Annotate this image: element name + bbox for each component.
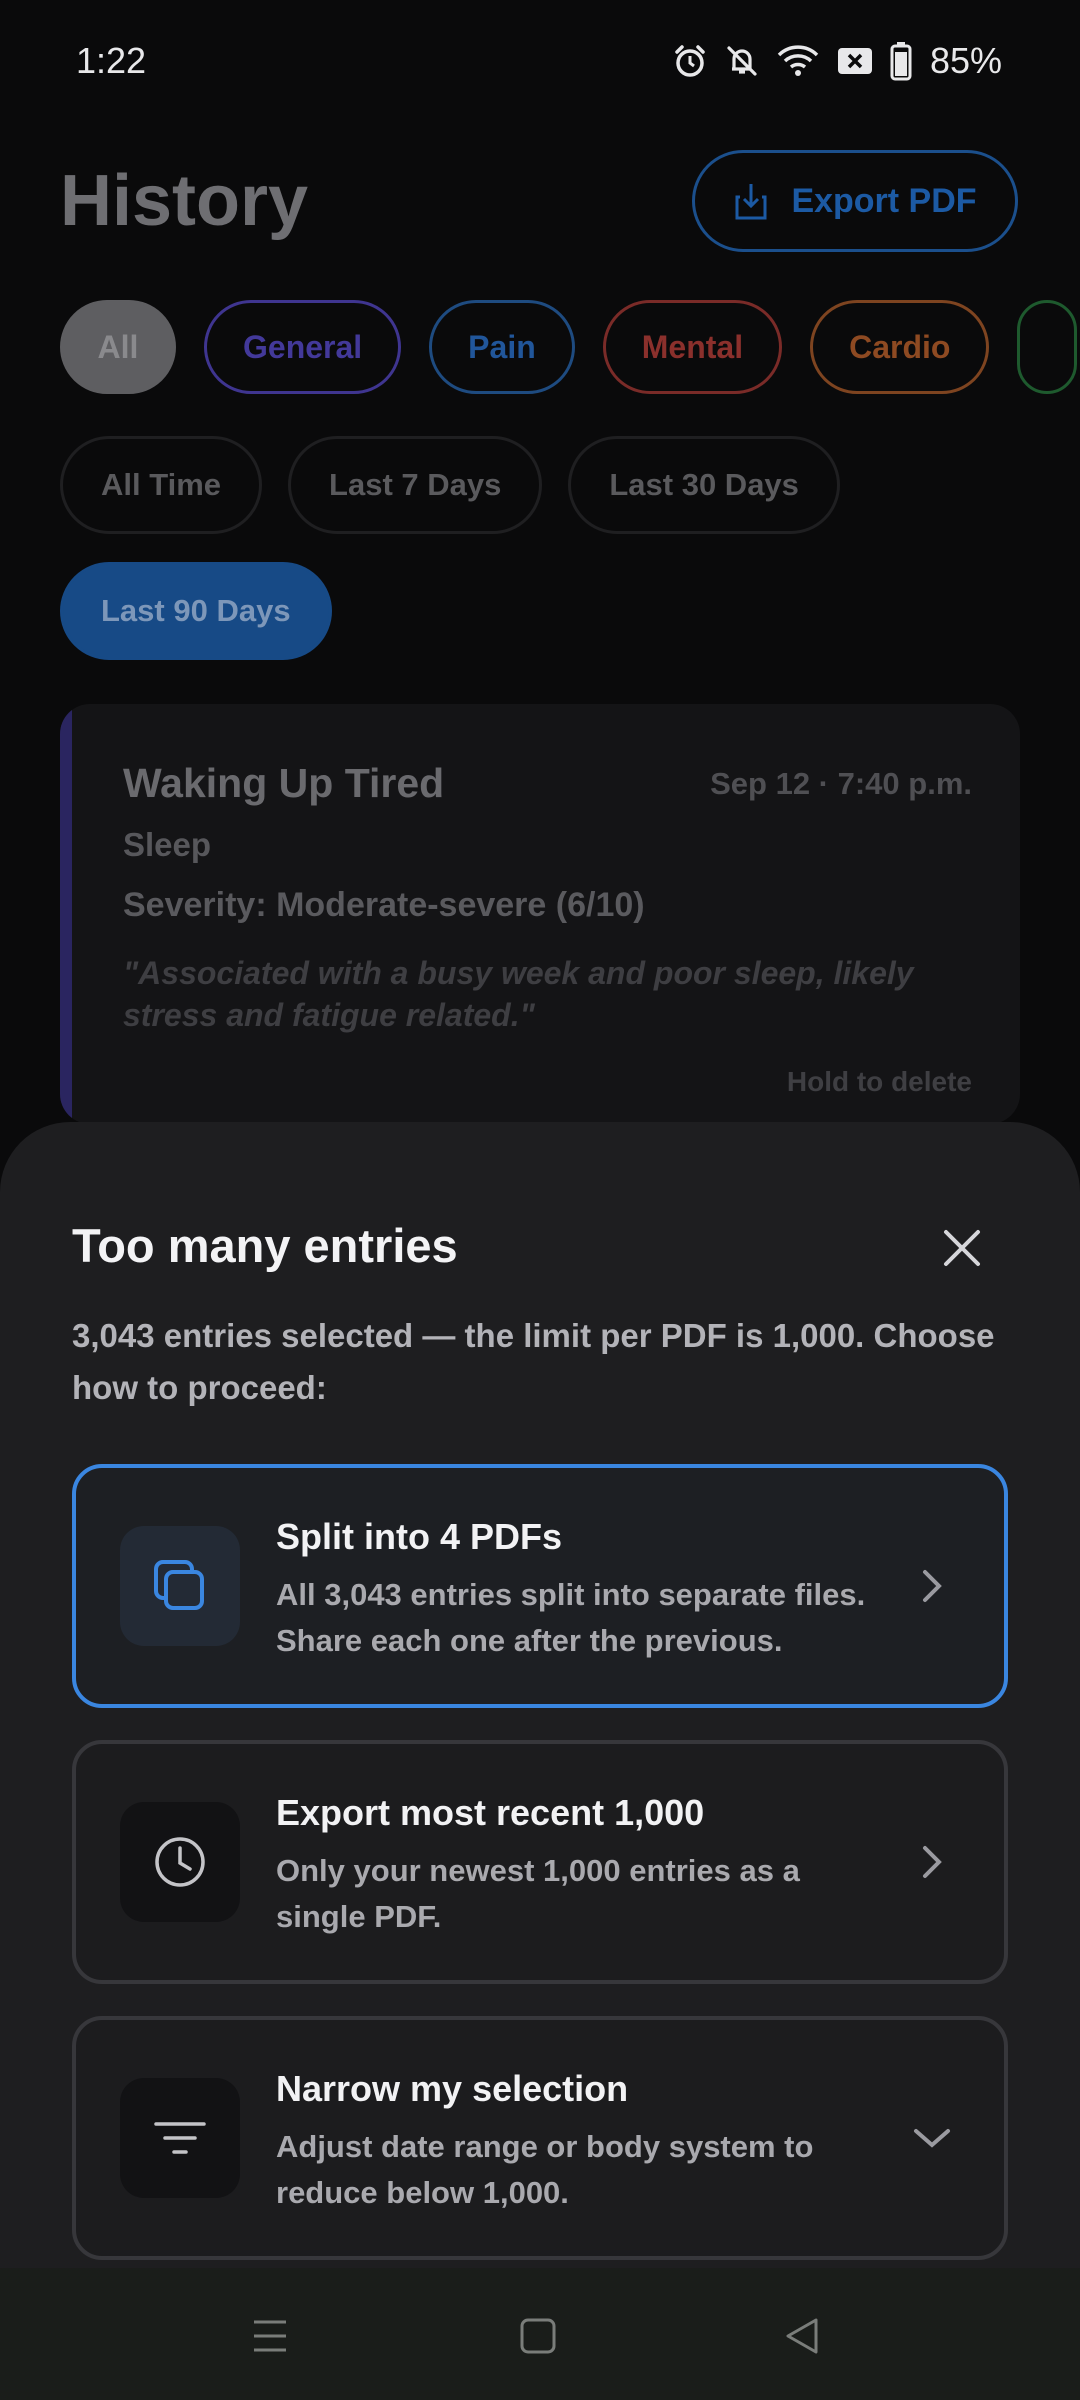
chip-more[interactable] (1017, 300, 1078, 394)
close-button[interactable] (930, 1216, 994, 1280)
download-icon (735, 184, 767, 220)
chip-mental[interactable]: Mental (602, 300, 783, 394)
option-title: Split into 4 PDFs (276, 1516, 563, 1557)
option-icon-box (120, 1526, 240, 1646)
copy-icon (154, 1560, 204, 1610)
option-title: Narrow my selection (276, 2068, 629, 2109)
export-pdf-label: Export PDF (791, 181, 977, 220)
chip-pain[interactable]: Pain (429, 300, 575, 394)
nav-recents-button[interactable] (240, 2306, 300, 2366)
menu-icon (254, 2320, 286, 2352)
chevron-right-icon (906, 1836, 958, 1888)
nav-back-button[interactable] (772, 2306, 832, 2366)
option-split-pdfs[interactable]: Split into 4 PDFs All 3,043 entries spli… (72, 1464, 1008, 1708)
chip-cardio[interactable]: Cardio (810, 300, 990, 394)
entry-date: Sep 12 · 7:40 p.m. (710, 766, 972, 801)
option-export-recent[interactable]: Export most recent 1,000 Only your newes… (72, 1740, 1008, 1984)
chevron-down-icon (906, 2112, 958, 2164)
history-entry-card[interactable]: Waking Up Tired Sep 12 · 7:40 p.m. Sleep… (60, 704, 1020, 1124)
export-pdf-button[interactable]: Export PDF (692, 150, 1018, 252)
date-range-chips: All Time Last 7 Days Last 30 Days (60, 436, 840, 534)
sheet-description: 3,043 entries selected — the limit per P… (72, 1317, 995, 1406)
range-last-30-days[interactable]: Last 30 Days (568, 436, 840, 534)
entry-note: "Associated with a busy week and poor sl… (123, 955, 914, 1033)
range-last-7-days[interactable]: Last 7 Days (288, 436, 543, 534)
option-description: Adjust date range or body system to redu… (276, 2129, 814, 2210)
category-filter-chips: All General Pain Mental Cardio (60, 300, 1078, 394)
clock-icon (155, 1837, 205, 1887)
too-many-entries-sheet: Too many entries 3,043 entries selected … (0, 1122, 1080, 2282)
entry-category: Sleep (123, 826, 212, 863)
nav-home-button[interactable] (508, 2306, 568, 2366)
close-icon (944, 1230, 980, 1266)
page-title: History (60, 161, 309, 241)
option-description: All 3,043 entries split into separate fi… (276, 1577, 866, 1658)
system-nav-bar (0, 2268, 1080, 2400)
sheet-title: Too many entries (72, 1219, 458, 1272)
entry-title: Waking Up Tired (123, 760, 445, 806)
chip-all[interactable]: All (60, 300, 176, 394)
option-description: Only your newest 1,000 entries as a sing… (276, 1853, 800, 1934)
option-icon-box (120, 2078, 240, 2198)
back-triangle-icon (786, 2318, 818, 2354)
hold-to-delete-hint: Hold to delete (786, 1066, 972, 1097)
range-last-90-days[interactable]: Last 90 Days (60, 562, 332, 660)
entry-severity: Severity: Moderate-severe (6/10) (123, 886, 645, 924)
category-stripe (60, 704, 72, 1124)
range-all-time[interactable]: All Time (60, 436, 263, 534)
chip-general[interactable]: General (204, 300, 402, 394)
option-title: Export most recent 1,000 (276, 1792, 705, 1833)
chevron-right-icon (906, 1560, 958, 1612)
date-range-chips-row2: Last 90 Days (60, 562, 332, 660)
option-icon-box (120, 1802, 240, 1922)
option-narrow-selection[interactable]: Narrow my selection Adjust date range or… (72, 2016, 1008, 2260)
filter-icon (154, 2122, 206, 2154)
square-icon (520, 2318, 556, 2354)
